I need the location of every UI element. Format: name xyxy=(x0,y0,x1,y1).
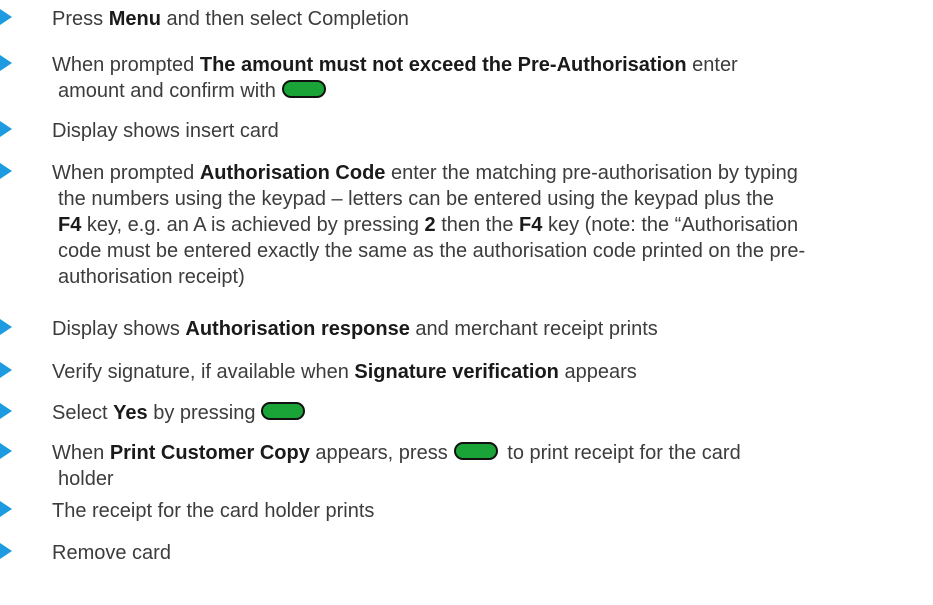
step-text: Verify signature, if available when Sign… xyxy=(52,361,637,383)
triangle-bullet-icon xyxy=(0,403,12,419)
triangle-bullet-icon xyxy=(0,121,12,137)
step-text: Remove card xyxy=(52,542,171,564)
triangle-bullet-icon xyxy=(0,9,12,25)
step-text: The receipt for the card holder prints xyxy=(52,500,375,522)
step-text: Display shows insert card xyxy=(52,120,279,142)
triangle-bullet-icon xyxy=(0,55,12,71)
step-text: When prompted The amount must not exceed… xyxy=(52,54,738,102)
triangle-bullet-icon xyxy=(0,319,12,335)
triangle-bullet-icon xyxy=(0,443,12,459)
step-text: Press Menu and then select Completion xyxy=(52,8,409,30)
green-key-icon xyxy=(281,80,326,98)
green-key-icon xyxy=(261,402,306,420)
triangle-bullet-icon xyxy=(0,501,12,517)
step-text: Display shows Authorisation response and… xyxy=(52,318,658,340)
step-text: When Print Customer Copy appears, press … xyxy=(52,442,741,490)
triangle-bullet-icon xyxy=(0,163,12,179)
triangle-bullet-icon xyxy=(0,543,12,559)
green-key-icon xyxy=(453,442,498,460)
step-text: When prompted Authorisation Code enter t… xyxy=(52,162,806,288)
step-text: Select Yes by pressing xyxy=(52,400,912,426)
triangle-bullet-icon xyxy=(0,362,12,378)
